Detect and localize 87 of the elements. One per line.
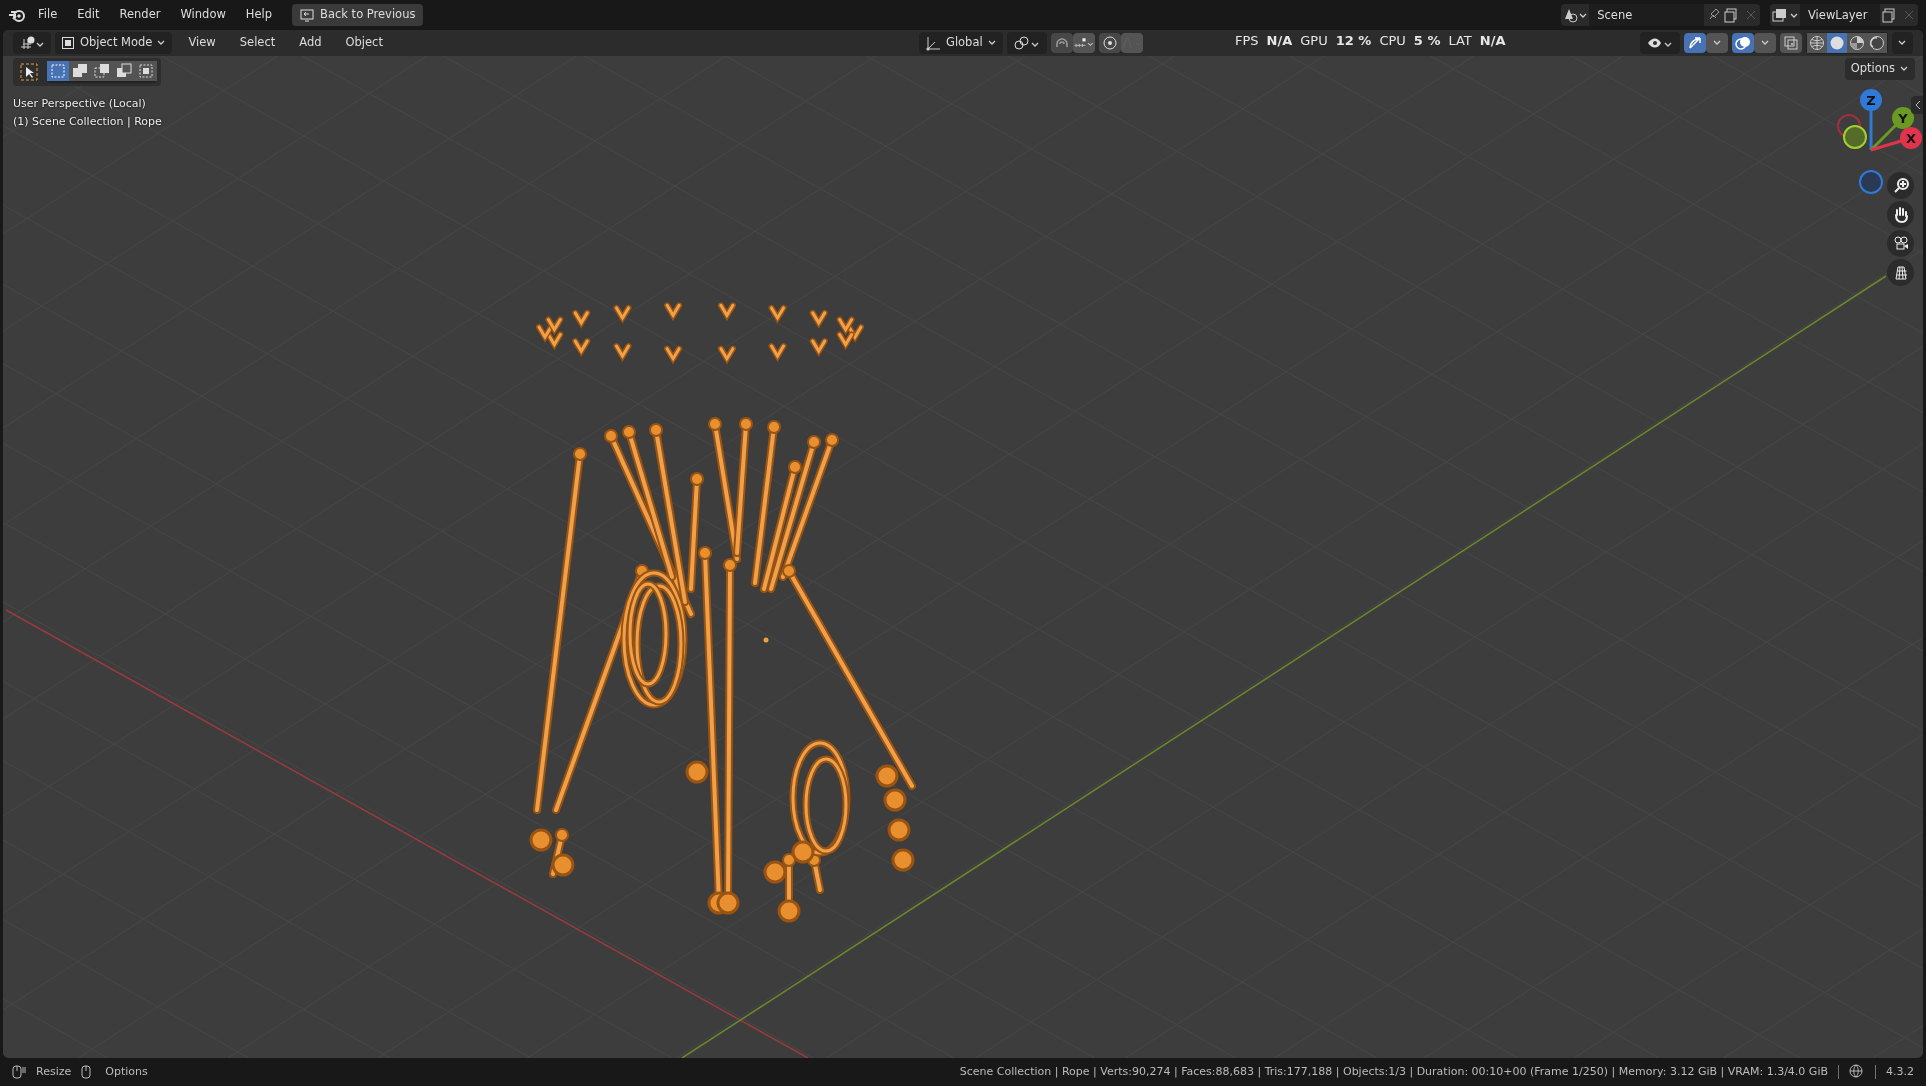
stat-value: 12 %	[1335, 32, 1372, 50]
hand-icon	[1892, 205, 1909, 224]
squares-icon	[93, 63, 110, 79]
menu-item[interactable]: View	[180, 32, 224, 54]
axis-handle[interactable]: Z	[1860, 89, 1882, 150]
stat-label: FPS	[1235, 32, 1259, 50]
select-mode-button[interactable]	[112, 61, 135, 81]
collection-path: (1) Scene Collection | Rope	[13, 114, 162, 130]
menu-item[interactable]: Render	[111, 4, 169, 26]
stat-value: 5 %	[1413, 32, 1441, 50]
overlapping-circles-icon	[1735, 35, 1751, 51]
logo-icon[interactable]	[8, 7, 26, 23]
scene-field[interactable]: Scene	[1589, 4, 1705, 26]
stat-label: LAT	[1448, 32, 1472, 50]
zoom-icon	[1892, 176, 1909, 195]
shading-mode-button[interactable]	[1867, 33, 1887, 53]
orientation-dropdown[interactable]: Global	[918, 32, 1003, 54]
select-mode-button[interactable]	[134, 61, 157, 81]
editor-type-button[interactable]	[13, 32, 51, 54]
linked-circles-icon	[1012, 35, 1041, 51]
pivot-dropdown[interactable]	[1006, 32, 1047, 54]
shading-dropdown[interactable]	[1892, 32, 1913, 54]
snap-target-dropdown[interactable]	[1072, 33, 1095, 53]
select-mode-button[interactable]	[46, 61, 69, 81]
stat-value: N/A	[1266, 32, 1293, 50]
back-button[interactable]: Back to Previous	[292, 4, 424, 26]
overlay-toggle[interactable]	[1732, 33, 1754, 53]
version-number: 4.3.2	[1886, 1063, 1914, 1080]
target-circle-icon	[1101, 35, 1118, 51]
camera-icon	[1892, 234, 1909, 253]
caret-icon	[157, 40, 167, 46]
snap-toggle[interactable]	[1050, 33, 1073, 53]
squares-icon	[71, 63, 88, 79]
shading-mode-button[interactable]	[1807, 33, 1827, 53]
caret-dropdown[interactable]	[1706, 33, 1728, 53]
sidebar-toggle[interactable]	[1911, 96, 1923, 114]
stat-value: N/A	[1479, 32, 1506, 50]
axes-icon	[924, 35, 941, 51]
square-icon	[61, 36, 75, 50]
caret-icon	[987, 40, 997, 46]
caret-dropdown[interactable]	[1754, 33, 1776, 53]
curve-icon	[1120, 35, 1143, 51]
xray-toggle[interactable]	[1780, 33, 1802, 53]
mouse-icon	[12, 1065, 26, 1079]
view-layer-field[interactable]: ViewLayer	[1800, 4, 1880, 26]
cursor-icon	[20, 63, 38, 81]
sphere-icon	[1809, 35, 1825, 51]
arrow-curve-icon	[1687, 35, 1703, 51]
status-hint: Resize	[36, 1063, 72, 1080]
select-mode-button[interactable]	[68, 61, 91, 81]
layers-icon[interactable]	[1770, 7, 1800, 23]
options-dropdown[interactable]: Options	[1844, 58, 1915, 80]
sphere-icon	[1849, 35, 1865, 51]
gizmo-toggle[interactable]	[1684, 33, 1706, 53]
stat-label: GPU	[1300, 32, 1328, 50]
menu-item[interactable]: Select	[231, 32, 284, 54]
grid-sphere-icon	[19, 35, 45, 51]
menu-item[interactable]: Help	[237, 4, 281, 26]
axis-handle[interactable]: X	[1870, 127, 1922, 152]
globe-icon	[1849, 1064, 1865, 1080]
caret-icon	[1712, 40, 1722, 46]
squares-icon	[137, 63, 154, 79]
caret-icon	[1900, 66, 1909, 72]
menu-item[interactable]: Edit	[69, 4, 108, 26]
visibility-dropdown[interactable]	[1640, 32, 1680, 54]
mode-dropdown[interactable]: Object Mode	[55, 32, 173, 54]
caret-icon	[1898, 40, 1907, 46]
menu-item[interactable]: Object	[337, 32, 391, 54]
menu-item[interactable]: Window	[172, 4, 234, 26]
sphere-icon	[1829, 35, 1845, 51]
negative-axis-handles[interactable]	[1837, 114, 1883, 194]
caret-icon	[1760, 40, 1770, 46]
shading-mode-button[interactable]	[1827, 33, 1847, 53]
shading-mode-button[interactable]	[1847, 33, 1867, 53]
status-hint: Options	[105, 1063, 148, 1080]
menu-item[interactable]: File	[30, 4, 66, 26]
view-name: User Perspective (Local)	[13, 96, 146, 112]
squares-icon	[49, 63, 66, 79]
chevron-icon	[1914, 100, 1922, 110]
menu-item[interactable]: Add	[291, 32, 330, 54]
scene-statistics: Scene Collection | Rope | Verts:90,274 | Faces:88,683 | Tris:177,188 | Objects:1/3 | Duration: 00:10+00 (Frame 1/250) | Memory: 3.12 GiB | VRAM: 1.3/4.0 GiB	[959, 1063, 1828, 1080]
squares-icon	[115, 63, 132, 79]
grid-icon	[1892, 263, 1909, 282]
stat-label: CPU	[1379, 32, 1406, 50]
sphere-icon	[1869, 35, 1885, 51]
overlapping-squares-icon	[1783, 35, 1799, 51]
proportional-edit-toggle[interactable]	[1098, 33, 1121, 53]
